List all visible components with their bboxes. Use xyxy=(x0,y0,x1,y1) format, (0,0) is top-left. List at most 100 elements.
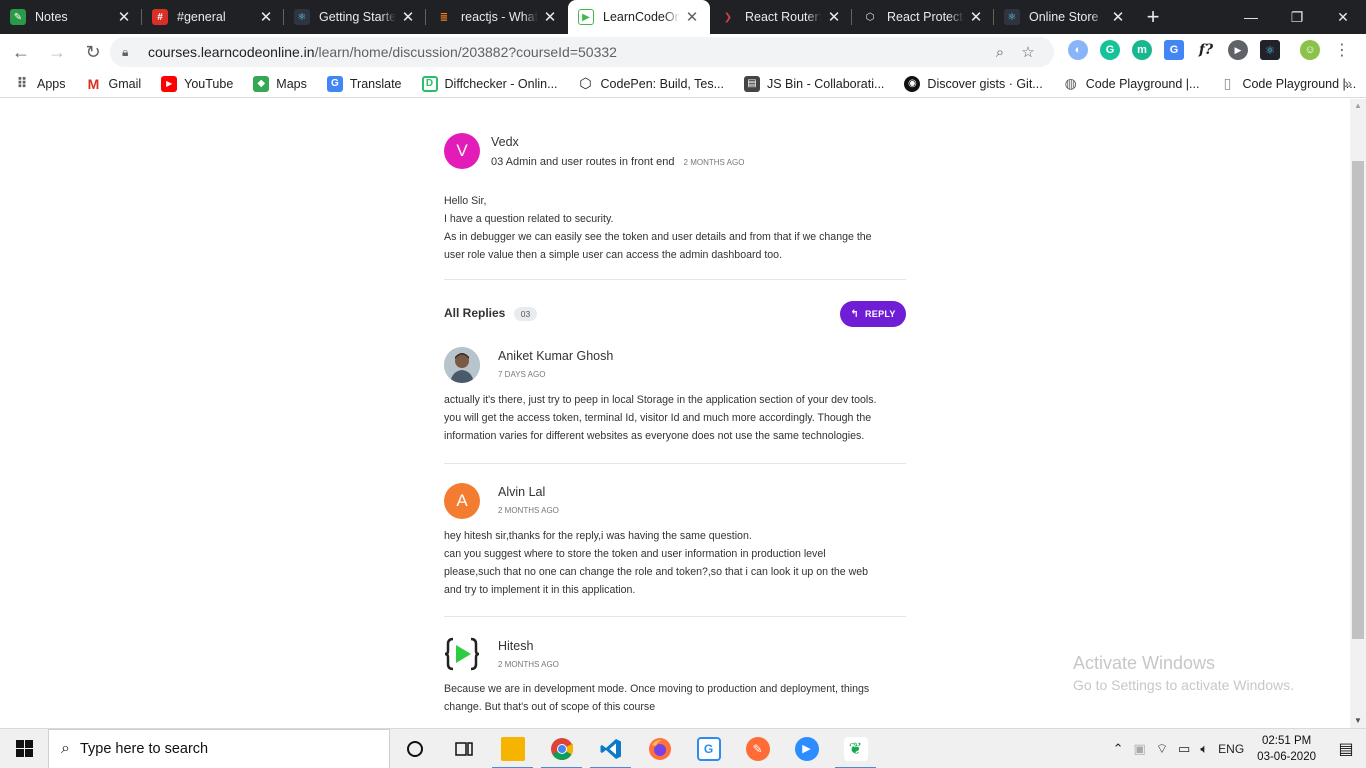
language-indicator[interactable]: ENG xyxy=(1218,742,1244,756)
bookmark-label: Translate xyxy=(349,76,402,91)
question-author[interactable]: Vedx xyxy=(491,135,519,149)
search-icon: ⌕ xyxy=(61,739,70,757)
back-icon[interactable]: ← xyxy=(6,37,36,67)
reply-author[interactable]: Aniket Kumar Ghosh xyxy=(498,349,613,363)
reply-body: hey hitesh sir,thanks for the reply,i wa… xyxy=(444,527,906,599)
close-icon[interactable]: ✕ xyxy=(968,8,984,26)
url-host: courses.learncodeonline.in xyxy=(148,44,315,60)
network-icon[interactable]: ⌔ xyxy=(1156,741,1168,757)
firefox-icon[interactable] xyxy=(635,729,684,768)
start-button[interactable] xyxy=(0,729,48,768)
scrollbar-thumb[interactable] xyxy=(1352,161,1364,639)
postman-icon[interactable]: ✎ xyxy=(733,729,782,768)
scroll-up-icon[interactable]: ▲ xyxy=(1350,99,1366,113)
bookmark-label: JS Bin - Collaborati... xyxy=(767,76,885,91)
close-icon[interactable]: ✕ xyxy=(684,8,700,26)
volume-icon[interactable]: 🔈︎ xyxy=(1200,741,1208,757)
bookmark-diffchecker[interactable]: D Diffchecker - Onlin... xyxy=(421,75,558,92)
task-view-icon[interactable] xyxy=(439,729,488,768)
zoom-icon[interactable]: ▶ xyxy=(782,729,831,768)
restore-icon[interactable]: ❐ xyxy=(1274,0,1320,34)
reply-button-label: REPLY xyxy=(865,309,896,319)
reload-icon[interactable]: ↻ xyxy=(78,37,108,67)
cortana-icon[interactable] xyxy=(390,729,439,768)
bookmark-maps[interactable]: ◆ Maps xyxy=(253,75,307,92)
minimize-icon[interactable]: — xyxy=(1228,0,1274,34)
close-icon[interactable]: ✕ xyxy=(826,8,842,26)
close-icon[interactable]: ✕ xyxy=(116,8,132,26)
bookmark-code-playground-2[interactable]: ▯ Code Playground |... xyxy=(1219,75,1357,92)
tray-app-icon[interactable]: ▣ xyxy=(1134,741,1146,757)
bookmark-apps[interactable]: ⠿ Apps xyxy=(14,75,66,92)
close-icon[interactable]: ✕ xyxy=(258,8,274,26)
bookmark-github-gists[interactable]: ◉ Discover gists · Git... xyxy=(904,75,1043,92)
show-hidden-icons-icon[interactable]: ⌃ xyxy=(1113,741,1124,757)
question-meta: 03 Admin and user routes in front end 2 … xyxy=(491,156,744,168)
play-icon[interactable]: ▶ xyxy=(1228,40,1248,60)
bookmark-youtube[interactable]: ▶ YouTube xyxy=(161,75,233,92)
windows-taskbar: ⌕ Type here to search G ✎ ▶ ❦ ⌃ ▣ ⌔ ▭ 🔈︎… xyxy=(0,728,1366,768)
taskbar-search-box[interactable]: ⌕ Type here to search xyxy=(48,728,390,768)
tab-react-protected[interactable]: ⬡ React Protected ✕ xyxy=(852,0,994,34)
windows-logo-icon xyxy=(15,740,33,757)
tab-general[interactable]: # #general ✕ xyxy=(142,0,284,34)
google-translate-icon[interactable]: G xyxy=(1164,40,1184,60)
bookmark-jsbin[interactable]: ▤ JS Bin - Collaborati... xyxy=(744,75,885,92)
vscode-icon[interactable] xyxy=(586,729,635,768)
tab-getting-started[interactable]: ⚛ Getting Started ✕ xyxy=(284,0,426,34)
scroll-down-icon[interactable]: ▼ xyxy=(1350,714,1366,728)
reply-line: you will get the access token, terminal … xyxy=(444,412,872,424)
divider xyxy=(444,463,906,464)
zoom-icon[interactable]: ⌕ xyxy=(986,44,1014,61)
page-icon: ▯ xyxy=(1223,75,1232,91)
lock-icon[interactable]: 🔒︎ xyxy=(122,45,136,60)
notification-center-icon[interactable]: ▤ xyxy=(1326,729,1366,768)
extension-icon[interactable]: ◐ xyxy=(1068,40,1088,60)
bookmark-gmail[interactable]: M Gmail xyxy=(86,76,142,92)
tab-title: reactjs - What xyxy=(461,10,538,24)
mercury-icon[interactable]: m xyxy=(1132,40,1152,60)
taskbar-clock[interactable]: 02:51 PM 03-06-2020 xyxy=(1257,733,1316,765)
battery-icon[interactable]: ▭ xyxy=(1178,741,1190,757)
user-photo-icon xyxy=(444,347,480,383)
reply-author[interactable]: Alvin Lal xyxy=(498,485,545,499)
bookmark-codepen[interactable]: ⬡ CodePen: Build, Tes... xyxy=(578,75,724,92)
question-topic[interactable]: 03 Admin and user routes in front end xyxy=(491,156,674,168)
bookmark-code-playground-1[interactable]: ◍ Code Playground |... xyxy=(1063,75,1200,92)
react-devtools-icon[interactable]: ⚛ xyxy=(1260,40,1280,60)
close-icon[interactable]: ✕ xyxy=(400,8,416,26)
address-bar[interactable]: 🔒︎ courses.learncodeonline.in/learn/home… xyxy=(110,37,1054,67)
tab-notes[interactable]: ✎ Notes ✕ xyxy=(0,0,142,34)
bookmarks-overflow-icon[interactable]: » xyxy=(1344,75,1352,91)
close-icon[interactable]: ✕ xyxy=(542,8,558,26)
close-icon[interactable]: ✕ xyxy=(1110,8,1126,26)
function-icon[interactable]: f? xyxy=(1196,40,1216,60)
grammarly-icon[interactable]: G xyxy=(1100,40,1120,60)
mongodb-compass-icon[interactable]: ❦ xyxy=(831,729,880,768)
bookmark-label: CodePen: Build, Tes... xyxy=(600,76,724,91)
tab-react-router[interactable]: ❯ React Router: D ✕ xyxy=(710,0,852,34)
page-scrollbar[interactable]: ▲ ▼ xyxy=(1350,99,1366,728)
window-controls: — ❐ ✕ xyxy=(1228,0,1366,34)
tab-online-store[interactable]: ⚛ Online Store ✕ xyxy=(994,0,1136,34)
slack-icon: # xyxy=(152,9,168,25)
reply-body: actually it's there, just try to peep in… xyxy=(444,391,906,445)
question-line: As in debugger we can easily see the tok… xyxy=(444,231,872,243)
reply-author[interactable]: Hitesh xyxy=(498,639,533,653)
profile-avatar[interactable]: ☺ xyxy=(1300,40,1320,60)
url-text[interactable]: courses.learncodeonline.in/learn/home/di… xyxy=(148,44,986,60)
chrome-icon[interactable] xyxy=(537,729,586,768)
gitkraken-icon[interactable]: G xyxy=(684,729,733,768)
new-tab-button[interactable]: + xyxy=(1136,0,1170,34)
tab-reactjs-what[interactable]: ≣ reactjs - What ✕ xyxy=(426,0,568,34)
tab-learncodeonline[interactable]: ▶ LearnCodeOnline ✕ xyxy=(568,0,710,34)
avatar-letter: A xyxy=(456,491,468,510)
file-explorer-icon[interactable] xyxy=(488,729,537,768)
question-body: Hello Sir, I have a question related to … xyxy=(444,192,906,264)
bookmark-translate[interactable]: G Translate xyxy=(326,75,402,92)
window-close-icon[interactable]: ✕ xyxy=(1320,0,1366,34)
menu-icon[interactable]: ⋮ xyxy=(1334,40,1350,60)
forward-icon[interactable]: → xyxy=(42,37,72,67)
bookmark-star-icon[interactable]: ☆ xyxy=(1014,43,1042,61)
reply-button[interactable]: ↰ REPLY xyxy=(840,301,906,327)
